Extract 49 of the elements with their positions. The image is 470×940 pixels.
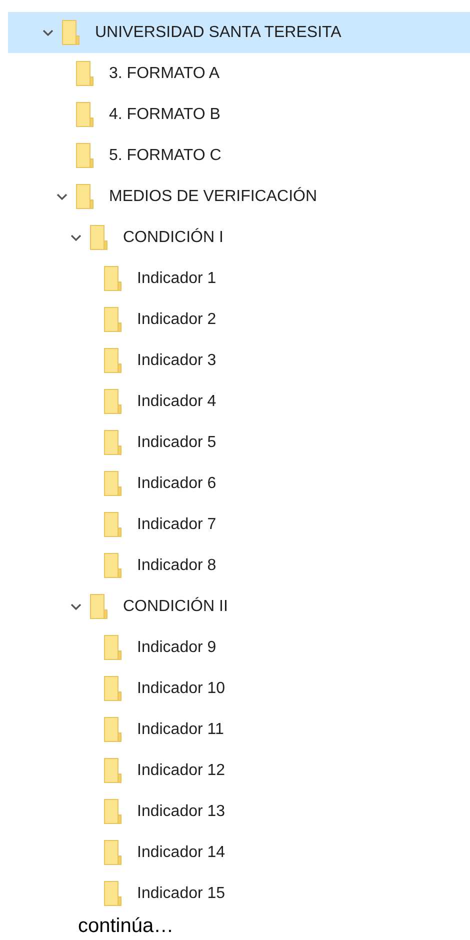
folder-label: UNIVERSIDAD SANTA TERESITA bbox=[95, 24, 342, 42]
folder-label: Indicador 2 bbox=[137, 310, 216, 328]
tree-item[interactable]: Indicador 11 bbox=[8, 709, 470, 750]
folder-label: Indicador 1 bbox=[137, 270, 216, 288]
chevron-down-icon[interactable] bbox=[56, 192, 68, 200]
tree-item[interactable]: CONDICIÓN I bbox=[8, 217, 470, 258]
chevron-down-icon[interactable] bbox=[70, 234, 82, 242]
folder-label: Indicador 8 bbox=[137, 556, 216, 574]
folder-label: Indicador 4 bbox=[137, 392, 216, 410]
tree-item[interactable]: Indicador 14 bbox=[8, 832, 470, 873]
tree-item[interactable]: MEDIOS DE VERIFICACIÓN bbox=[8, 176, 470, 217]
continuation-note: continúa… bbox=[77, 914, 174, 938]
tree-item[interactable]: Indicador 10 bbox=[8, 668, 470, 709]
folder-label: Indicador 6 bbox=[137, 474, 216, 492]
folder-label: Indicador 12 bbox=[137, 762, 226, 780]
tree-item[interactable]: Indicador 6 bbox=[8, 463, 470, 504]
tree-item[interactable]: CONDICIÓN II bbox=[8, 586, 470, 627]
tree-item[interactable]: 4. FORMATO B bbox=[8, 94, 470, 135]
folder-label: Indicador 9 bbox=[137, 638, 216, 656]
tree-item[interactable]: Indicador 8 bbox=[8, 545, 470, 586]
chevron-down-icon[interactable] bbox=[42, 28, 54, 36]
folder-label: Indicador 3 bbox=[137, 352, 216, 370]
folder-label: Indicador 15 bbox=[137, 884, 226, 902]
folder-label: Indicador 13 bbox=[137, 802, 226, 820]
folder-label: Indicador 11 bbox=[137, 720, 224, 738]
tree-item[interactable]: UNIVERSIDAD SANTA TERESITA bbox=[8, 12, 470, 53]
tree-item[interactable]: Indicador 15 bbox=[8, 873, 470, 914]
tree-item[interactable]: 5. FORMATO C bbox=[8, 135, 470, 176]
tree-item[interactable]: Indicador 7 bbox=[8, 504, 470, 545]
folder-label: Indicador 10 bbox=[137, 680, 226, 698]
folder-label: Indicador 5 bbox=[137, 434, 216, 452]
tree-item[interactable]: Indicador 5 bbox=[8, 422, 470, 463]
folder-label: 3. FORMATO A bbox=[109, 64, 220, 82]
tree-item[interactable]: Indicador 1 bbox=[8, 258, 470, 299]
tree-item[interactable]: Indicador 2 bbox=[8, 299, 470, 340]
folder-label: 5. FORMATO C bbox=[109, 146, 222, 164]
folder-label: MEDIOS DE VERIFICACIÓN bbox=[109, 188, 318, 206]
folder-label: Indicador 7 bbox=[137, 516, 216, 534]
tree-item[interactable]: Indicador 3 bbox=[8, 340, 470, 381]
tree-item[interactable]: Indicador 12 bbox=[8, 750, 470, 791]
folder-label: 4. FORMATO B bbox=[109, 106, 220, 124]
chevron-down-icon[interactable] bbox=[70, 602, 82, 610]
folder-label: CONDICIÓN I bbox=[123, 228, 224, 246]
folder-label: CONDICIÓN II bbox=[123, 598, 228, 616]
tree-item[interactable]: 3. FORMATO A bbox=[8, 53, 470, 94]
folder-label: Indicador 14 bbox=[137, 844, 226, 862]
tree-item[interactable]: Indicador 9 bbox=[8, 627, 470, 668]
tree-item[interactable]: Indicador 4 bbox=[8, 381, 470, 422]
tree-item[interactable]: Indicador 13 bbox=[8, 791, 470, 832]
